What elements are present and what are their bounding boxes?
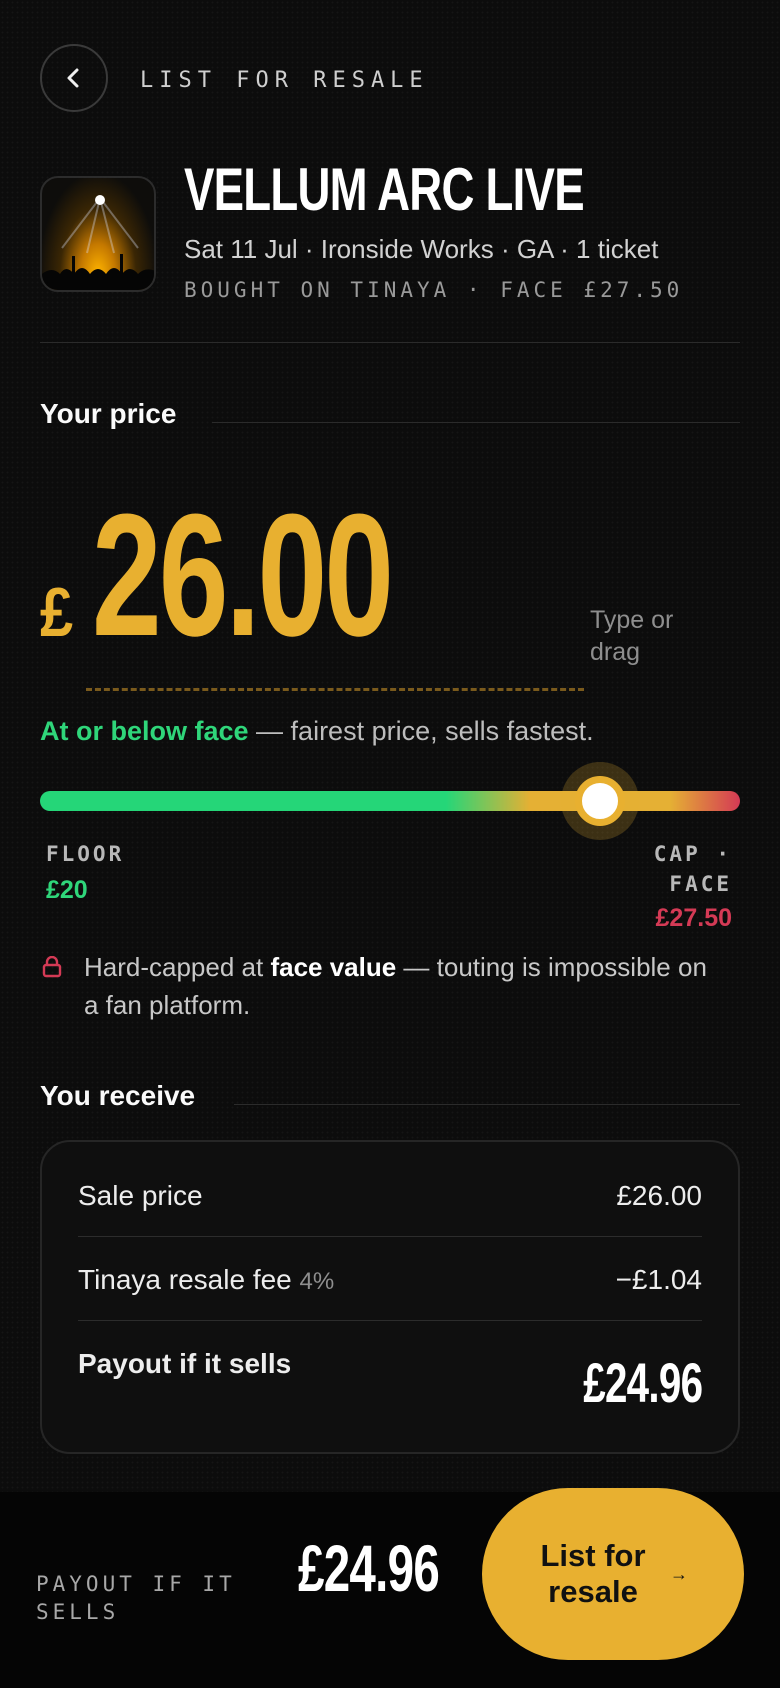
lock-icon (42, 956, 62, 978)
price-status-text: — fairest price, sells fastest. (248, 716, 594, 746)
face-value-cap-note: Hard-capped at face value — touting is i… (84, 952, 707, 1020)
price-input-underline (86, 688, 584, 691)
cap-label-line-1: CAP · (653, 842, 732, 866)
list-for-resale-button[interactable]: List for resale → (482, 1488, 744, 1660)
sale-price-value: £26.00 (616, 1180, 702, 1211)
divider (40, 342, 740, 343)
price-input[interactable]: 26.00 (92, 488, 394, 662)
price-slider-handle[interactable] (575, 776, 625, 826)
currency-symbol: £ (40, 573, 74, 651)
heading-rule (212, 422, 740, 423)
fee-label: Tinaya resale fee (78, 1264, 292, 1295)
fee-row: Tinaya resale fee 4% (78, 1264, 334, 1296)
floor-value: £20 (46, 876, 88, 904)
row-divider (78, 1320, 702, 1321)
you-receive-heading: You receive (40, 1080, 196, 1111)
cap-label-line-2: FACE (669, 872, 732, 896)
bottom-payout-amount: £24.96 (298, 1531, 440, 1605)
price-status: At or below face — fairest price, sells … (40, 716, 594, 747)
price-input-hint: Type or drag (590, 606, 674, 666)
event-thumbnail (40, 176, 156, 292)
your-price-heading: Your price (40, 398, 177, 429)
heading-rule (234, 1104, 740, 1105)
event-purchase-meta: BOUGHT ON TINAYA · FACE £27.50 (184, 278, 684, 302)
payout-value: £24.96 (582, 1351, 703, 1414)
chevron-left-icon (67, 68, 79, 88)
bottom-payout-label: PAYOUT IF IT SELLS (36, 1572, 236, 1624)
cap-value: £27.50 (655, 904, 732, 932)
event-subtitle: Sat 11 Jul · Ironside Works · GA · 1 tic… (184, 234, 659, 264)
back-button[interactable] (40, 44, 108, 112)
price-status-strong: At or below face (40, 716, 249, 746)
event-title: VELLUM ARC LIVE (184, 156, 585, 223)
payout-label: Payout if it sells (78, 1348, 292, 1379)
cap-label: CAP · FACE (654, 842, 732, 896)
arrow-right-icon: → (670, 1563, 688, 1584)
fee-value: −£1.04 (615, 1264, 702, 1295)
fee-percent: 4% (299, 1268, 335, 1295)
floor-label: FLOOR (46, 842, 125, 866)
row-divider (78, 1236, 702, 1237)
page-title: LIST FOR RESALE (140, 68, 429, 93)
list-for-resale-label: List for resale (540, 1538, 646, 1609)
sale-price-label: Sale price (78, 1180, 203, 1211)
